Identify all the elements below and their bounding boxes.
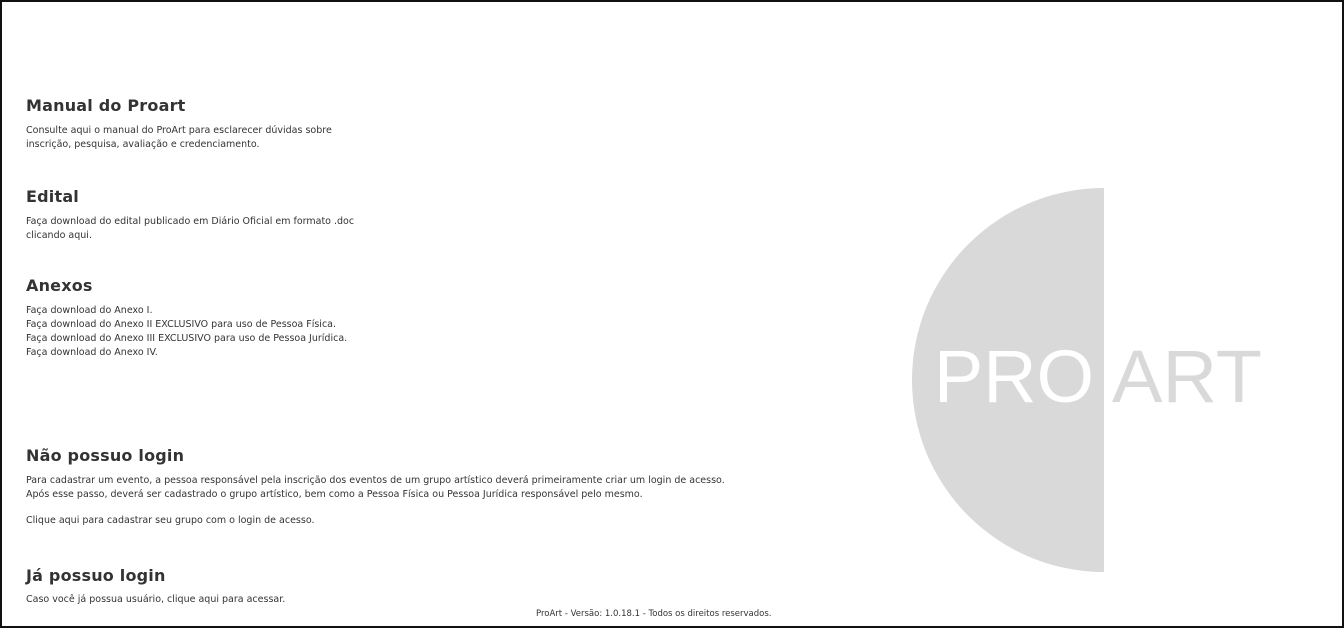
edital-text-line2: clicando aqui. — [26, 230, 92, 241]
edital-section: Edital Faça download do edital publicado… — [26, 187, 430, 243]
manual-title: Manual do Proart — [26, 96, 186, 115]
has-login-section: Já possuo login Caso você já possua usuá… — [26, 566, 285, 607]
anexos-section: Anexos Faça download do Anexo I. Faça do… — [26, 276, 347, 360]
has-login-title: Já possuo login — [26, 566, 166, 585]
anexo-3-link[interactable]: Faça download do Anexo III EXCLUSIVO par… — [26, 332, 347, 346]
login-access-link[interactable]: Caso você já possua usuário, clique aqui… — [26, 593, 285, 607]
anexo-2-link[interactable]: Faça download do Anexo II EXCLUSIVO para… — [26, 318, 347, 332]
no-login-section: Não possuo login Para cadastrar um event… — [26, 446, 725, 528]
logo-art-text: ART — [1112, 335, 1262, 418]
manual-link[interactable]: Consulte aqui o manual do ProArt para es… — [26, 124, 430, 152]
edital-text-line1: Faça download do edital publicado em Diá… — [26, 216, 355, 227]
no-login-text-line2: Após esse passo, deverá ser cadastrado o… — [26, 489, 643, 500]
edital-title: Edital — [26, 187, 79, 206]
anexos-title: Anexos — [26, 276, 93, 295]
register-group-link[interactable]: Clique aqui para cadastrar seu grupo com… — [26, 514, 725, 528]
logo-pro-text: PRO — [934, 335, 1094, 418]
no-login-title: Não possuo login — [26, 446, 185, 465]
manual-text-line2: inscrição, pesquisa, avaliação e credenc… — [26, 139, 260, 150]
anexo-1-link[interactable]: Faça download do Anexo I. — [26, 304, 347, 318]
anexo-4-link[interactable]: Faça download do Anexo IV. — [26, 346, 347, 360]
edital-link[interactable]: Faça download do edital publicado em Diá… — [26, 215, 430, 243]
footer-version: ProArt - Versão: 1.0.18.1 - Todos os dir… — [536, 609, 772, 619]
manual-section: Manual do Proart Consulte aqui o manual … — [26, 96, 430, 152]
proart-logo: PRO ART — [912, 188, 1262, 572]
no-login-text-line1: Para cadastrar um evento, a pessoa respo… — [26, 475, 725, 486]
manual-text-line1: Consulte aqui o manual do ProArt para es… — [26, 125, 332, 136]
